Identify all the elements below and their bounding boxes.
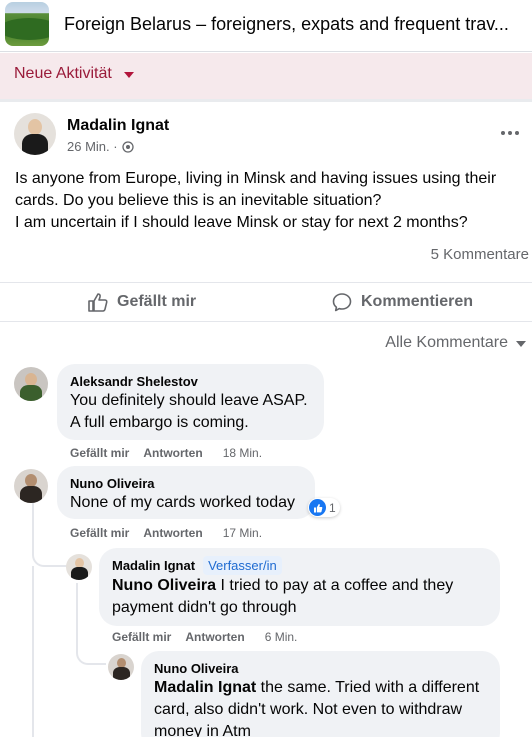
comment-avatar[interactable] [14, 367, 48, 401]
comment-author[interactable]: Nuno Oliveira [154, 660, 239, 677]
comment-avatar[interactable] [108, 654, 134, 680]
comment-sort-dropdown[interactable]: Alle Kommentare [385, 334, 526, 352]
comment-author[interactable]: Madalin Ignat [112, 557, 195, 574]
comment-time[interactable]: 18 Min. [223, 446, 262, 460]
comment-like-link[interactable]: Gefällt mir [112, 630, 171, 644]
comment-like-link[interactable]: Gefällt mir [70, 526, 129, 540]
like-reaction-icon [309, 499, 326, 516]
comment-text: Madalin Ignat the same. Tried with a dif… [154, 677, 488, 737]
like-label: Gefällt mir [117, 293, 197, 310]
filter-label: Neue Aktivität [14, 65, 112, 82]
comment-bubble: Nuno Oliveira Madalin Ignat the same. Tr… [141, 651, 500, 737]
avatar-body [71, 567, 88, 580]
landscape-hill [5, 18, 49, 40]
comment-author-name[interactable]: Aleksandr Shelestov [70, 373, 312, 390]
avatar-body [22, 134, 48, 155]
comment-text: Nuno Oliveira I tried to pay at a coffee… [112, 575, 488, 619]
post-meta: 26 Min. · [67, 139, 134, 154]
comment-bubble: Aleksandr Shelestov You definitely shoul… [57, 364, 324, 440]
mention-link[interactable]: Nuno Oliveira [112, 577, 216, 594]
avatar-body [20, 385, 42, 401]
comment-text: A full embargo is coming. [70, 414, 249, 431]
comment-like-link[interactable]: Gefällt mir [70, 446, 129, 460]
reply-thread-line [32, 566, 34, 737]
comment-icon [332, 293, 352, 312]
group-header: Foreign Belarus – foreigners, expats and… [0, 0, 532, 52]
group-title[interactable]: Foreign Belarus – foreigners, expats and… [64, 14, 530, 35]
comment-reply-link[interactable]: Antworten [143, 446, 202, 460]
comment-author-name[interactable]: Nuno Oliveira [70, 475, 303, 492]
comment-author-name: Madalin Ignat Verfasser/in [112, 556, 488, 575]
post-author-avatar[interactable] [14, 113, 56, 155]
mention-link[interactable]: Madalin Ignat [154, 679, 256, 696]
post-text-paragraph: Is anyone from Europe, living in Minsk a… [15, 170, 497, 209]
comment-actions: Gefällt mir Antworten 18 Min. [70, 446, 262, 460]
comment-avatar[interactable] [14, 469, 48, 503]
comment-bubble: Nuno Oliveira None of my cards worked to… [57, 466, 315, 519]
comment-reply-link[interactable]: Antworten [185, 630, 244, 644]
comment-avatar[interactable] [66, 554, 92, 580]
comment-time[interactable]: 6 Min. [265, 630, 298, 644]
comment-count[interactable]: 5 Kommentare [431, 246, 529, 263]
group-cover-thumbnail[interactable] [5, 2, 49, 46]
comment-reply-link[interactable]: Antworten [143, 526, 202, 540]
comment-text: None of my cards worked today [70, 494, 295, 511]
more-options-icon[interactable] [496, 122, 524, 144]
caret-down-icon [516, 341, 526, 347]
comment-text: You definitely should leave ASAP. [70, 392, 308, 409]
post-author-name[interactable]: Madalin Ignat [67, 117, 169, 135]
comment-time[interactable]: 17 Min. [223, 526, 262, 540]
sort-label: Alle Kommentare [385, 334, 508, 351]
comment-bubble: Madalin Ignat Verfasser/in Nuno Oliveira… [99, 548, 500, 626]
reaction-count: 1 [329, 500, 336, 515]
activity-filter-dropdown[interactable]: Neue Aktivität [14, 65, 134, 83]
divider [0, 99, 532, 102]
avatar-body [113, 667, 130, 680]
post-body: Is anyone from Europe, living in Minsk a… [15, 168, 525, 234]
comment-button[interactable]: Kommentieren [331, 291, 473, 313]
thumbs-up-icon [88, 293, 108, 312]
comment-actions: Gefällt mir Antworten 6 Min. [112, 630, 297, 644]
author-badge: Verfasser/in [203, 556, 282, 575]
caret-down-icon [123, 72, 134, 78]
post-text-paragraph: I am uncertain if I should leave Minsk o… [15, 214, 468, 231]
comment-author-name[interactable]: Nuno Oliveira [154, 660, 488, 677]
post-action-bar: Gefällt mir Kommentieren [0, 282, 532, 322]
like-button[interactable]: Gefällt mir [87, 291, 196, 313]
comment-label: Kommentieren [361, 293, 474, 310]
activity-filter-bar: Neue Aktivität [0, 53, 532, 99]
comment-author[interactable]: Aleksandr Shelestov [70, 373, 198, 390]
globe-icon [121, 140, 134, 153]
post-time[interactable]: 26 Min. · [67, 139, 118, 154]
reaction-summary[interactable]: 1 [308, 498, 340, 517]
avatar-head [28, 119, 42, 135]
comment-author[interactable]: Nuno Oliveira [70, 475, 155, 492]
avatar-body [20, 486, 42, 503]
comment-actions: Gefällt mir Antworten 17 Min. [70, 526, 262, 540]
